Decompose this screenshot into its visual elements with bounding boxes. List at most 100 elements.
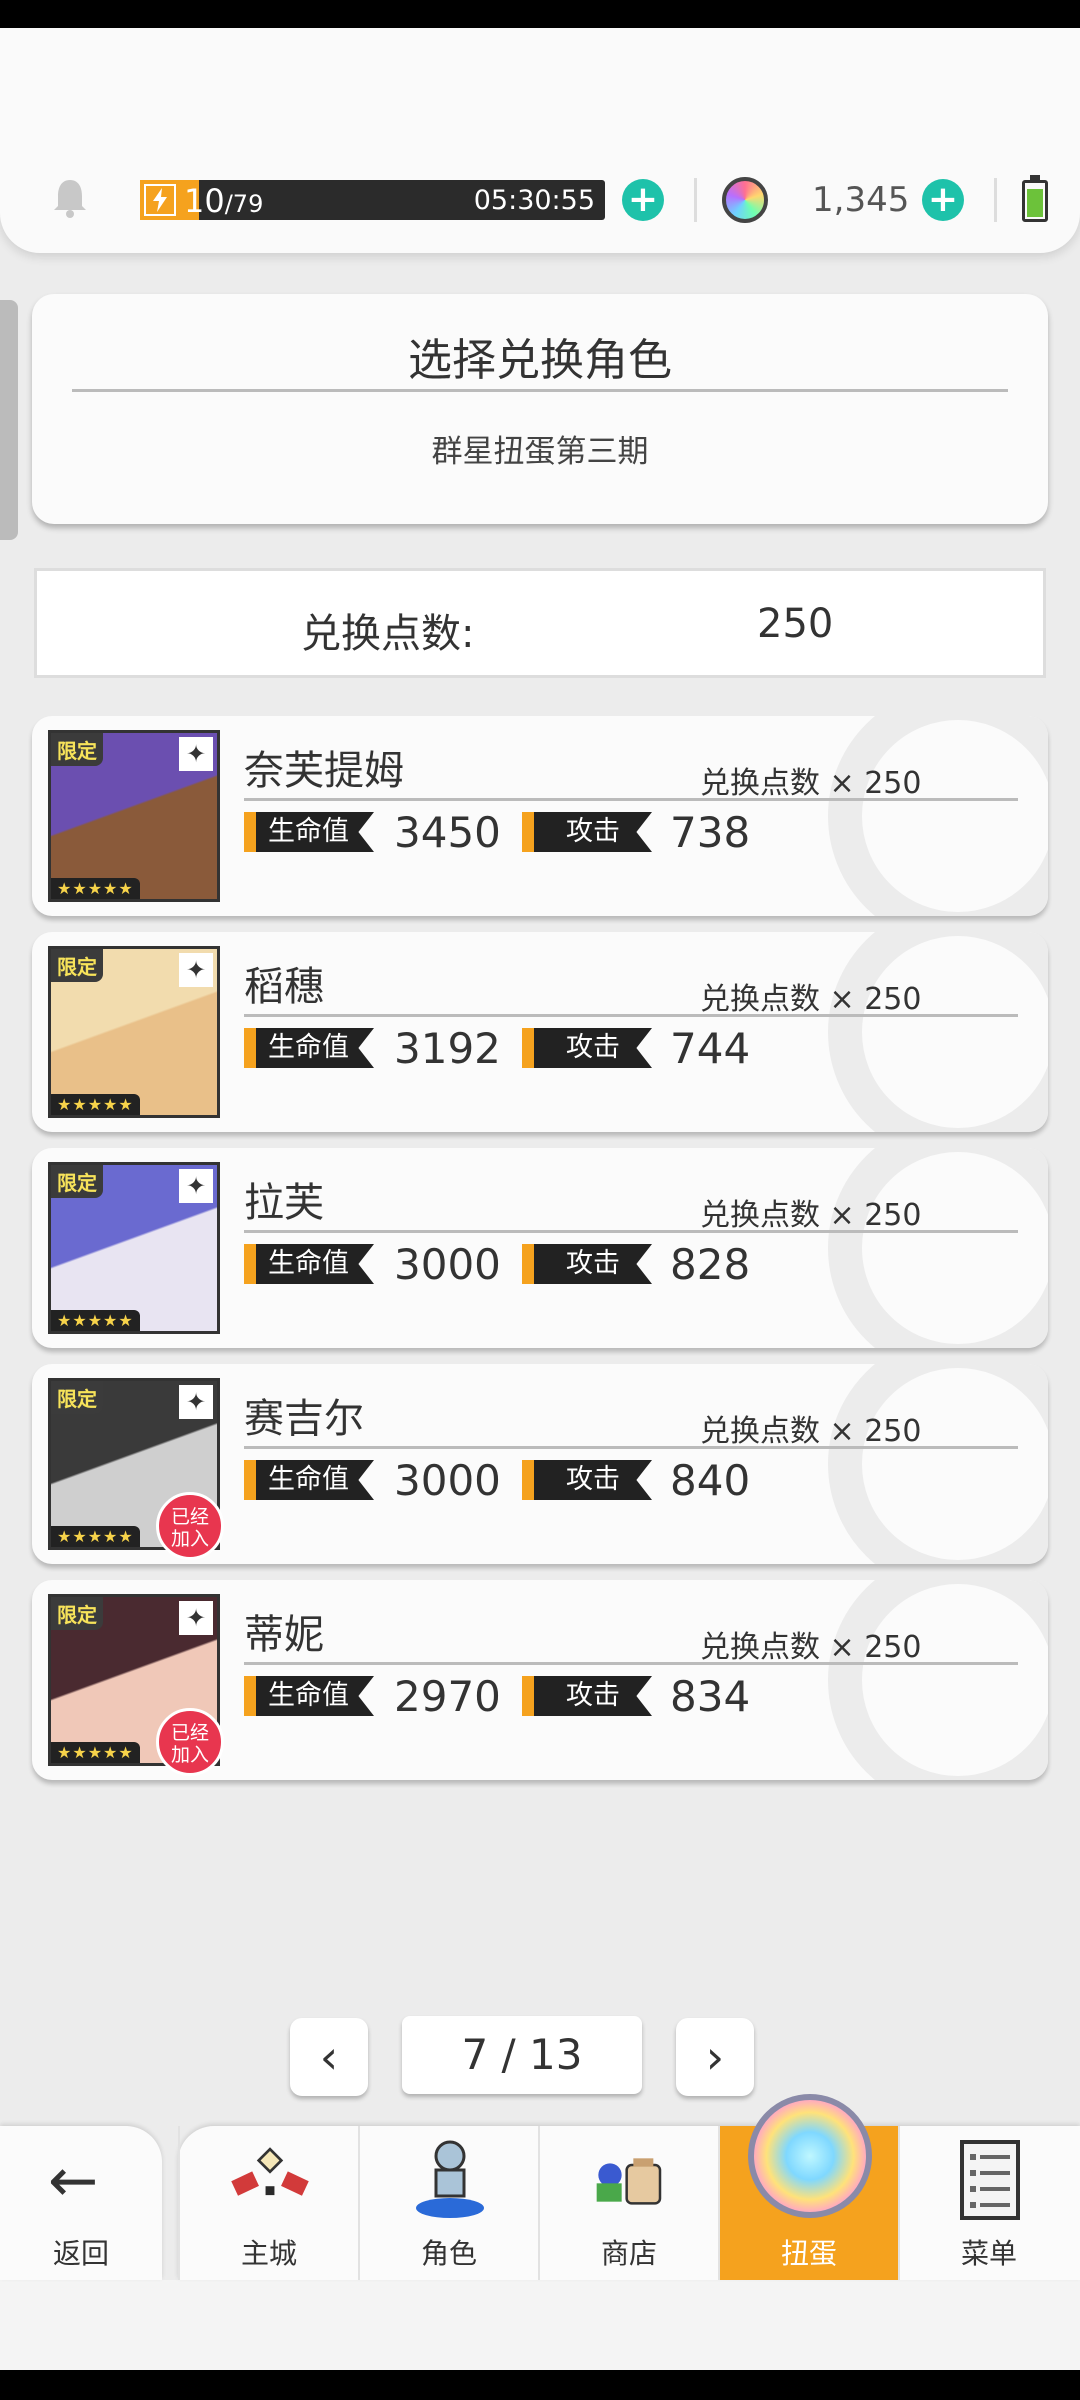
attack-value: 738: [670, 808, 751, 857]
hp-value: 3000: [394, 1240, 501, 1289]
nav-label: 角色: [420, 2237, 477, 2270]
exchange-points-label: 兑换点数:: [301, 611, 475, 657]
system-status-bar: [0, 0, 1080, 28]
next-page-button[interactable]: ›: [676, 2018, 754, 2096]
exchange-points-box: 兑换点数: 250: [34, 568, 1046, 678]
divider: [694, 178, 697, 222]
exchange-cost: 兑换点数 × 250: [700, 1198, 922, 1233]
character-row[interactable]: 限定 ✦ ★★★★★ 赛吉尔 兑换点数 × 250 生命值 3000 攻击 84…: [32, 1364, 1048, 1564]
nav-item-menu[interactable]: 菜单: [898, 2126, 1078, 2280]
row-decoration: [828, 1580, 1048, 1780]
row-decoration: [828, 932, 1048, 1132]
element-icon: ✦: [179, 1385, 213, 1419]
stamina-timer: 05:30:55: [473, 185, 595, 216]
title-divider: [72, 389, 1008, 392]
back-arrow-icon: ←: [48, 2146, 99, 2216]
nav-item-shop[interactable]: 商店: [538, 2126, 718, 2280]
hp-label: 生命值: [244, 1244, 374, 1284]
menu-icon: [950, 2140, 1030, 2220]
joined-badge: 已经 加入: [156, 1708, 224, 1776]
row-divider: [244, 1446, 1018, 1449]
attack-value: 834: [670, 1672, 751, 1721]
stamina-value: 10/79: [184, 182, 264, 220]
joined-text: 加入: [170, 1528, 209, 1550]
add-stamina-button[interactable]: +: [622, 179, 664, 221]
nav-label: 主城: [240, 2237, 297, 2270]
row-decoration: [828, 1148, 1048, 1348]
character-name: 稻穗: [244, 964, 324, 1010]
nav-label: 扭蛋: [780, 2237, 837, 2270]
joined-text: 已经: [170, 1506, 209, 1528]
gem-icon: [722, 177, 768, 223]
character-portrait: 限定 ✦ ★★★★★: [48, 1162, 220, 1334]
lightning-icon: [144, 184, 176, 216]
battery-icon: [1022, 175, 1048, 222]
castle-icon: [230, 2140, 310, 2220]
limited-badge: 限定: [51, 1381, 103, 1414]
element-icon: ✦: [179, 737, 213, 771]
nav-item-characters[interactable]: 角色: [358, 2126, 538, 2280]
character-row[interactable]: 限定 ✦ ★★★★★ 奈芙提姆 兑换点数 × 250 生命值 3450 攻击 7…: [32, 716, 1048, 916]
gem-count: 1,345: [812, 180, 910, 220]
row-decoration: [828, 716, 1048, 916]
back-label: 返回: [52, 2237, 109, 2270]
element-icon: ✦: [179, 1601, 213, 1635]
attack-label: 攻击: [522, 1460, 652, 1500]
back-button[interactable]: ← 返回: [0, 2126, 162, 2280]
star-rating: ★★★★★: [51, 878, 140, 899]
row-decoration: [828, 1364, 1048, 1564]
attack-label: 攻击: [522, 1676, 652, 1716]
limited-badge: 限定: [51, 949, 103, 982]
attack-label: 攻击: [522, 1244, 652, 1284]
bell-icon[interactable]: [50, 176, 90, 220]
hp-value: 3000: [394, 1456, 501, 1505]
hp-label: 生命值: [244, 1460, 374, 1500]
hp-value: 3450: [394, 808, 501, 857]
nav-item-gacha[interactable]: 扭蛋: [718, 2094, 898, 2280]
character-row[interactable]: 限定 ✦ ★★★★★ 拉芙 兑换点数 × 250 生命值 3000 攻击 828: [32, 1148, 1048, 1348]
attack-value: 828: [670, 1240, 751, 1289]
nav-label: 商店: [600, 2237, 657, 2270]
star-rating: ★★★★★: [51, 1094, 140, 1115]
add-gem-button[interactable]: +: [922, 179, 964, 221]
star-rating: ★★★★★: [51, 1310, 140, 1331]
attack-label: 攻击: [522, 1028, 652, 1068]
limited-badge: 限定: [51, 733, 103, 766]
hp-value: 3192: [394, 1024, 501, 1073]
bottom-area: [0, 2280, 1080, 2370]
character-row[interactable]: 限定 ✦ ★★★★★ 稻穗 兑换点数 × 250 生命值 3192 攻击 744: [32, 932, 1048, 1132]
limited-badge: 限定: [51, 1165, 103, 1198]
row-divider: [244, 1014, 1018, 1017]
hp-label: 生命值: [244, 812, 374, 852]
shop-icon: [590, 2140, 670, 2220]
attack-value: 744: [670, 1024, 751, 1073]
page-title: 选择兑换角色: [408, 335, 672, 386]
side-drawer-handle[interactable]: [0, 300, 18, 540]
hp-value: 2970: [394, 1672, 501, 1721]
element-icon: ✦: [179, 953, 213, 987]
star-rating: ★★★★★: [51, 1742, 140, 1763]
nav-item-home[interactable]: 主城: [178, 2126, 358, 2280]
attack-value: 840: [670, 1456, 751, 1505]
exchange-cost: 兑换点数 × 250: [700, 982, 922, 1017]
gacha-icon: [748, 2094, 872, 2218]
character-icon: [410, 2140, 490, 2220]
row-divider: [244, 1230, 1018, 1233]
exchange-points-value: 250: [757, 601, 834, 647]
hp-label: 生命值: [244, 1028, 374, 1068]
joined-badge: 已经 加入: [156, 1492, 224, 1560]
prev-page-button[interactable]: ‹: [290, 2018, 368, 2096]
element-icon: ✦: [179, 1169, 213, 1203]
row-divider: [244, 798, 1018, 801]
row-divider: [244, 1662, 1018, 1665]
joined-text: 已经: [170, 1722, 209, 1744]
attack-label: 攻击: [522, 812, 652, 852]
limited-badge: 限定: [51, 1597, 103, 1630]
joined-text: 加入: [170, 1744, 209, 1766]
divider: [994, 178, 997, 222]
character-portrait: 限定 ✦ ★★★★★: [48, 946, 220, 1118]
stamina-bar: 10/79 05:30:55: [140, 180, 605, 220]
exchange-cost: 兑换点数 × 250: [700, 1414, 922, 1449]
character-row[interactable]: 限定 ✦ ★★★★★ 蒂妮 兑换点数 × 250 生命值 2970 攻击 834…: [32, 1580, 1048, 1780]
nav-label: 菜单: [960, 2237, 1017, 2270]
